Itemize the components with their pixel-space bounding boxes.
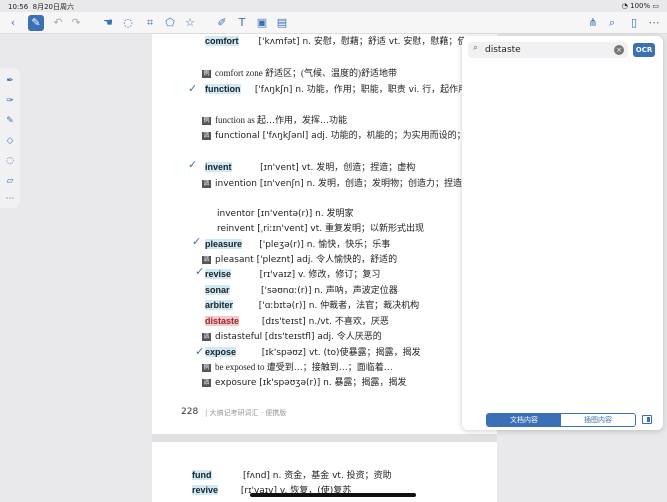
share-icon[interactable]: ⋔ [585,15,601,31]
pen-tool-icon[interactable]: ✎ [28,15,44,31]
status-battery: ◔ 100% ▭ [621,2,659,10]
more-icon[interactable]: ⋯ [646,15,662,31]
entry-comfort-zone: 例 comfort zone 舒适区；(气候、温度的)舒适地带 [202,68,397,78]
marker-icon[interactable]: ✑ [3,94,17,108]
checkmark-icon: ✓ [188,82,198,95]
redo-icon[interactable]: ↷ [68,15,84,31]
entry-revise: revise [rɪ'vaɪz] v. 修改，修订；复习 [205,269,381,280]
star-icon[interactable]: ☆ [182,15,198,31]
entry-expose: expose [ɪk'spəʊz] vt. (to)使暴露；揭露，揭发 [205,347,421,358]
ruler-icon[interactable]: ▱ [3,174,17,188]
home-indicator [250,493,416,497]
entry-reinvent: reinvent [ˌriːɪn'vent] vt. 重复发明；以新形式出现 [217,224,424,234]
ocr-button[interactable]: OCR [633,43,655,57]
tab-note-content[interactable]: 插图内容 [561,414,635,426]
search-icon[interactable]: ⌕ [604,15,620,31]
hand-icon[interactable]: ☚ [100,15,116,31]
highlight-icon[interactable]: ✐ [214,15,230,31]
entry-sonar: sonar ['səʊnɑː(r)] n. 声呐，声波定位器 [205,285,398,296]
entry-arbiter: arbiter ['ɑːbɪtə(r)] n. 仲裁者，法官；裁决机构 [205,300,420,311]
toolbar: ‹ ✎ ↶ ↷ ☚ ◌ ⌗ ⬠ ☆ ✐ T ▣ ▤ ⋔ ⌕ ▯ ⋯ [0,12,667,34]
search-scope-tabs: 文档内容 插图内容 [486,413,636,427]
entry-function-as: 例 function as 起…作用，发挥…功能 [202,115,347,125]
entry-fund: fund [fʌnd] n. 资金，基金 vt. 投资；资助 [192,470,392,481]
entry-invention: 派 invention [ɪn'venʃn] n. 发明，创造；发明物；创造力；捏… [202,179,490,189]
checkmark-icon: ✓ [195,265,205,278]
entry-pleasant: 派 pleasant ['pleznt] adj. 令人愉快的，舒适的 [202,255,398,265]
search-field[interactable]: ⌕ × [468,42,628,58]
search-input[interactable] [485,43,605,57]
text-icon[interactable]: T [234,15,250,31]
undo-icon[interactable]: ↶ [50,15,66,31]
entry-exposure: 派 exposure [ɪk'spəʊʒə(r)] n. 暴露；揭露，揭发 [202,378,407,388]
page-footer: | 大搞记考研词汇 · 便携版 [205,409,287,417]
sidebar-more-icon[interactable]: ⋯ [3,192,17,206]
entry-inventor: inventor [ɪn'ventə(r)] n. 发明家 [217,209,354,219]
pen-icon[interactable]: ✒ [3,74,17,88]
entry-function: function ['fʌŋkʃn] n. 功能，作用；职能，职责 vi. 行，… [205,84,468,95]
checkmark-icon: ✓ [192,235,202,248]
entry-distasteful: 派 distasteful [dɪs'teɪstfl] adj. 令人厌恶的 [202,332,382,342]
entry-invent: invent [ɪn'vent] vt. 发明，创造；捏造；虚构 [205,162,416,173]
crop-icon[interactable]: ⌗ [142,15,158,31]
entry-comfort: comfort ['kʌmfət] n. 安慰，慰藉；舒适 vt. 安慰，慰藉；… [205,36,485,47]
status-time: 10:56 8月20日周六 [8,3,75,11]
entry-exposed-to: 例 be exposed to 遭受到…；接触到…；面临着… [202,362,393,372]
sticker-icon[interactable]: ▤ [274,15,290,31]
page-separator [152,434,497,442]
tab-document-content[interactable]: 文档内容 [487,414,561,426]
checkmark-icon: ✓ [188,158,198,171]
bookmark-icon[interactable]: ▯ [626,15,642,31]
back-icon[interactable]: ‹ [5,15,21,31]
eraser-icon[interactable]: ◇ [3,134,17,148]
search-panel: ⌕ × OCR 文档内容 插图内容 [462,36,663,430]
entry-pleasure: pleasure ['pleʒə(r)] n. 愉快，快乐；乐事 [205,239,391,250]
shape-icon[interactable]: ⬠ [162,15,178,31]
lasso-icon[interactable]: ◌ [120,15,136,31]
image-icon[interactable]: ▣ [254,15,270,31]
lasso-tool-icon[interactable]: ◌ [3,154,17,168]
status-bar: 10:56 8月20日周六 ◔ 100% ▭ [0,0,667,12]
brush-icon[interactable]: ✎ [3,114,17,128]
pen-sidebar: ✒ ✑ ✎ ◇ ◌ ▱ ⋯ [0,68,20,208]
checkmark-icon: ✓ [195,345,205,358]
page-number: 228 [181,407,199,417]
search-icon: ⌕ [473,43,479,53]
clear-search-icon[interactable]: × [614,45,624,55]
entry-distaste: distaste [dɪs'teɪst] n./vt. 不喜欢，厌恶 [205,316,389,327]
sidebar-toggle-icon[interactable] [642,415,652,424]
